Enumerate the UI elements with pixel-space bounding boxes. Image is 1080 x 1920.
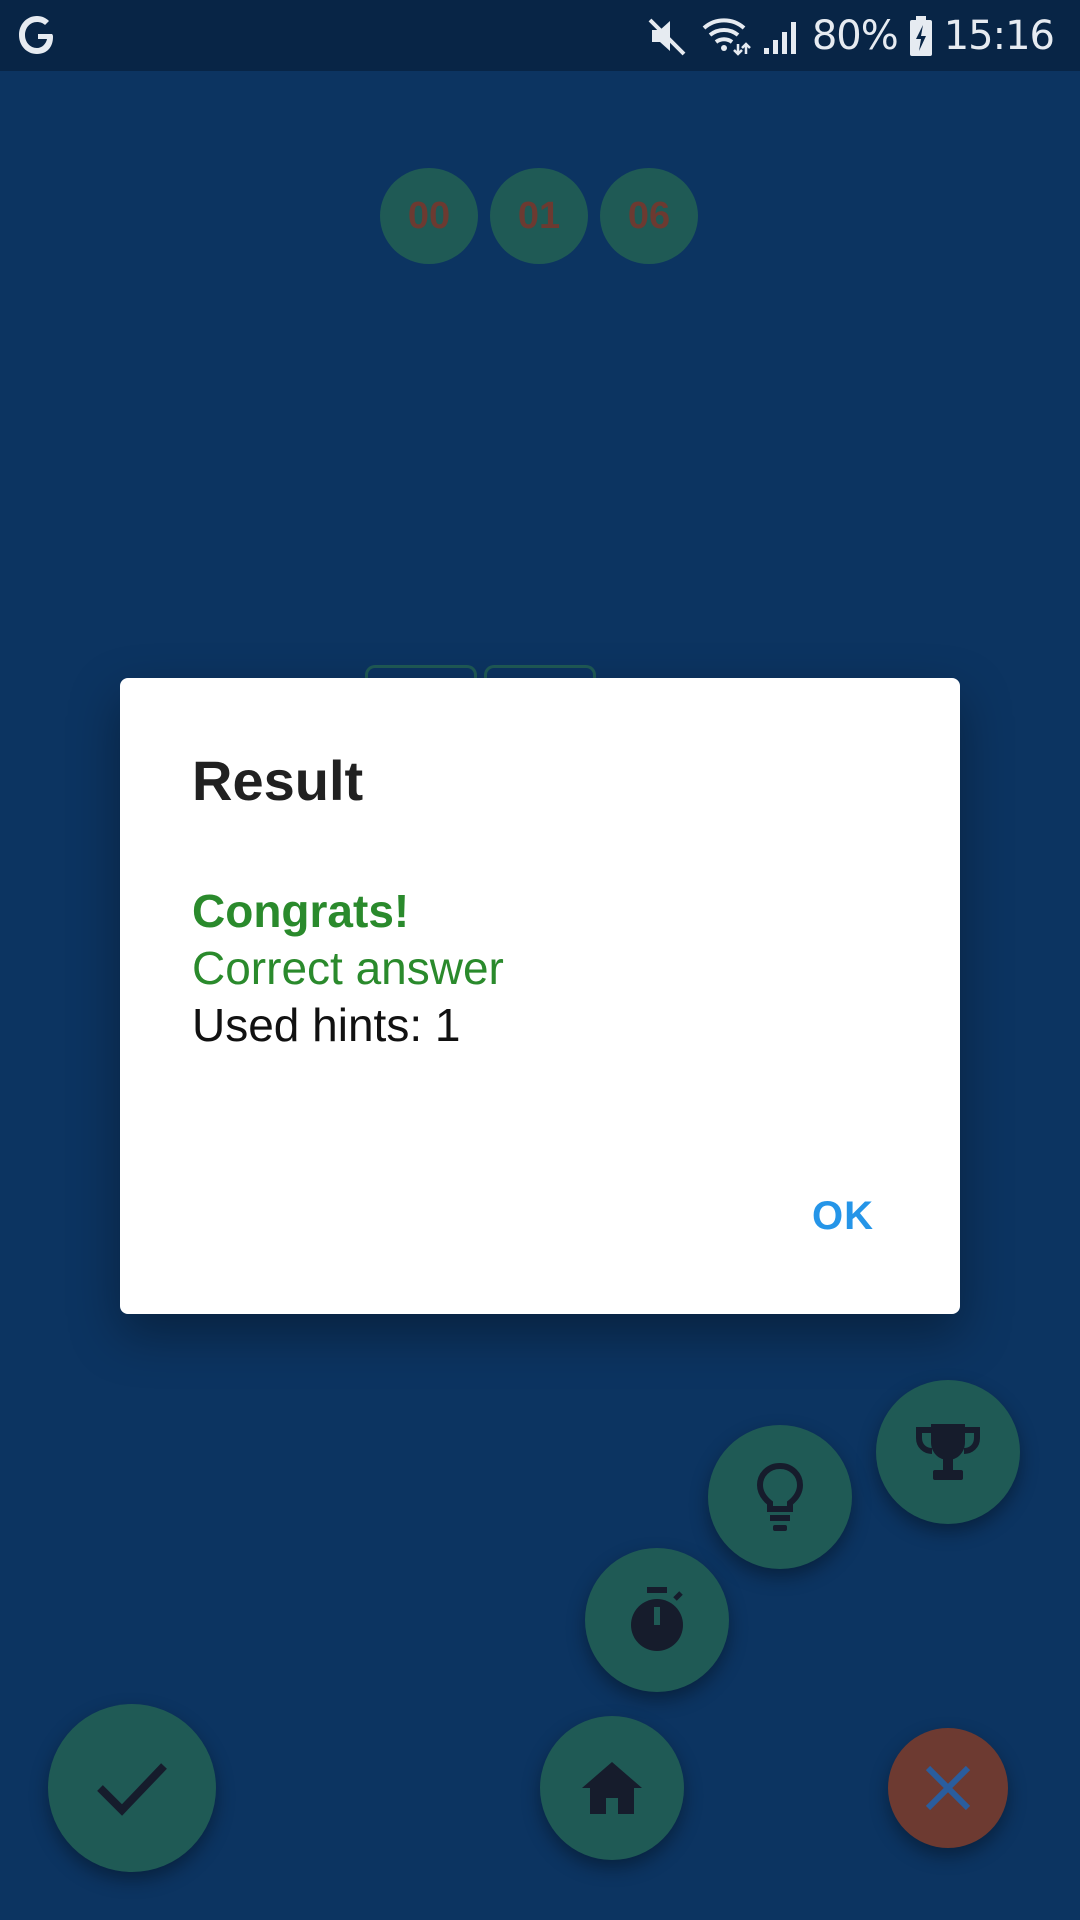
- battery-percent: 80%: [811, 12, 899, 59]
- home-button[interactable]: [540, 1716, 684, 1860]
- timer-seconds: 06: [600, 168, 698, 264]
- signal-icon: [763, 21, 796, 54]
- leaderboard-button[interactable]: [876, 1380, 1020, 1524]
- dialog-message: Congrats! Correct answer Used hints: 1: [192, 883, 504, 1054]
- home-icon: [582, 1762, 642, 1814]
- congrats-text: Congrats!: [192, 885, 410, 937]
- close-icon: [925, 1765, 971, 1811]
- timer-button[interactable]: [585, 1548, 729, 1692]
- timer-hours: 00: [380, 168, 478, 264]
- hint-bulb-icon: [756, 1462, 804, 1531]
- result-dialog: Result Congrats! Correct answer Used hin…: [120, 678, 960, 1314]
- wifi-icon: [702, 17, 751, 56]
- check-icon: [97, 1763, 167, 1816]
- used-hints-text: Used hints: 1: [192, 999, 461, 1051]
- check-answer-button[interactable]: [48, 1704, 216, 1872]
- dialog-title: Result: [192, 749, 364, 812]
- google-icon: [19, 16, 53, 54]
- ok-button[interactable]: OK: [812, 1194, 874, 1239]
- mute-icon: [648, 18, 686, 55]
- close-button[interactable]: [888, 1728, 1008, 1848]
- elapsed-timer: 00 01 06: [380, 168, 698, 264]
- hint-button[interactable]: [708, 1425, 852, 1569]
- battery-icon: [909, 15, 932, 56]
- status-bar: 80% 15:16: [0, 0, 1080, 71]
- clock: 15:16: [943, 12, 1055, 59]
- timer-minutes: 01: [490, 168, 588, 264]
- trophy-icon: [916, 1424, 980, 1480]
- stopwatch-icon: [631, 1587, 683, 1651]
- correct-answer-text: Correct answer: [192, 942, 504, 994]
